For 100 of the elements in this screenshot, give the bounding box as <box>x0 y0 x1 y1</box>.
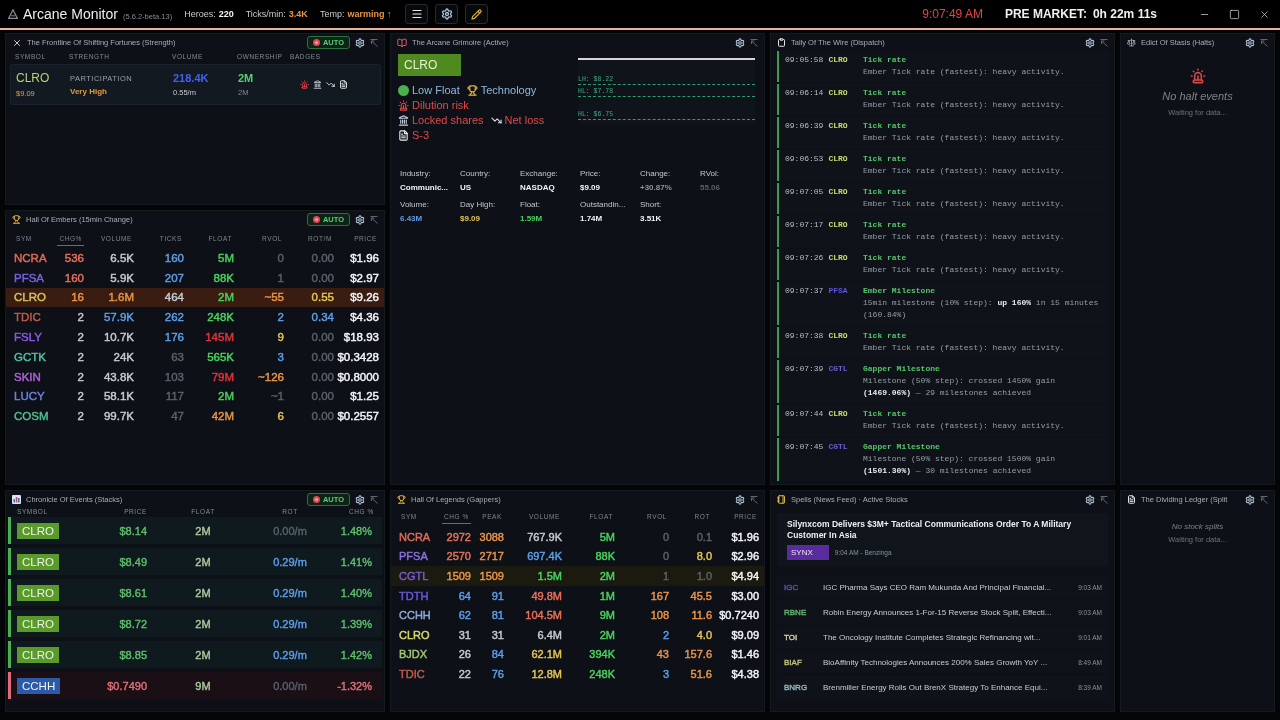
fact-label: Country: <box>460 169 491 178</box>
table-cell: 2 <box>77 370 84 383</box>
alert-title: Tick rate <box>863 87 907 99</box>
news-headline: Brenmiller Energy Rolls Out BrenX Strategy To Enhance Equi... <box>823 682 1048 692</box>
news-headline: The Oncology Institute Completes Strategic Refinancing wit... <box>823 632 1041 642</box>
corner-arrow-icon[interactable] <box>750 495 758 504</box>
stat-value: 220 <box>218 9 234 19</box>
table-cell: $1.96 <box>731 530 759 543</box>
table-cell: 63 <box>171 350 184 363</box>
alert-symbol: CGTL <box>828 363 848 375</box>
table-row[interactable]: PFSA 160 5.9K 207 88K 1 0.00 $2.97 <box>6 267 384 288</box>
table-row[interactable]: COSM 2 99.7K 47 42M 6 0.00 $0.2557 <box>6 406 384 427</box>
settings-icon[interactable] <box>1245 37 1255 48</box>
table-cell: 3 <box>277 350 284 363</box>
settings-icon[interactable] <box>355 494 365 505</box>
table-row[interactable]: FSLY 2 10.7K 176 145M 9 0.00 $18.93 <box>6 327 384 347</box>
settings-icon[interactable] <box>355 37 365 48</box>
table-cell: 6.4M <box>537 628 562 641</box>
fact-label: Outstandin... <box>580 200 626 209</box>
alert-time: 09:07:37 <box>785 285 824 297</box>
corner-arrow-icon[interactable] <box>750 38 758 47</box>
table-cell: 2717 <box>479 550 504 563</box>
table-cell: 8.0 <box>696 550 712 563</box>
fact-value: US <box>460 183 472 192</box>
corner-arrow-icon[interactable] <box>370 495 378 504</box>
float-cell: 9M <box>195 679 211 692</box>
table-cell: 160 <box>164 251 184 264</box>
corner-arrow-icon[interactable] <box>370 38 378 47</box>
fact-label: Volume: <box>400 200 429 209</box>
symbol-tag: CLRO <box>17 553 59 570</box>
table-cell: 16 <box>71 291 84 304</box>
table-row[interactable]: CCHH 62 81 104.5M 9M 108 11.6 $0.7240 <box>391 605 764 625</box>
event-row[interactable]: CLRO $8.72 2M 0.29/m 1.39% <box>8 610 382 637</box>
event-row[interactable]: CLRO $8.61 2M 0.29/m 1.40% <box>8 579 382 606</box>
corner-arrow-icon[interactable] <box>1260 38 1268 47</box>
fact-label: Float: <box>520 200 540 209</box>
settings-icon[interactable] <box>355 214 365 225</box>
settings-icon[interactable] <box>1245 494 1255 505</box>
price-cell: $8.85 <box>119 648 147 661</box>
symbol-cell: SKIN <box>14 370 41 383</box>
table-row[interactable]: CLRO 16 1.6M 464 2M ~55 0.55 $9.26 <box>6 287 384 308</box>
symbol-cell: COSM <box>14 410 49 423</box>
table-cell: 394K <box>589 648 615 661</box>
maximize-icon[interactable] <box>1229 8 1240 20</box>
table-cell: 1.0 <box>696 570 712 582</box>
table-row[interactable]: TDIC 2 57.9K 262 248K 2 0.34 $4.36 <box>6 307 384 328</box>
float-cell: 2M <box>195 524 211 537</box>
change-cell: 1.40% <box>340 586 372 599</box>
table-row[interactable]: SKIN 2 43.8K 103 79M ~126 0.00 $0.8000 <box>6 366 384 387</box>
fact-label: Change: <box>640 169 671 178</box>
table-row[interactable]: CGTL 1509 1509 1.5M 2M 1 1.0 $4.94 <box>391 566 764 586</box>
table-row[interactable]: LUCY 2 58.1K 117 2M ~1 0.00 $1.25 <box>6 386 384 407</box>
table-row[interactable]: NCRA 2972 3088 767.9K 5M 0 0.1 $1.96 <box>391 527 764 547</box>
news-ticker: BNRG <box>784 682 808 692</box>
symbol-cell: LUCY <box>14 390 45 403</box>
table-cell: 157.6 <box>684 648 712 661</box>
settings-icon[interactable] <box>1085 494 1095 505</box>
fact-value: 6.43M <box>400 214 423 223</box>
table-cell: 160 <box>64 271 84 284</box>
settings-icon[interactable] <box>735 494 745 505</box>
logo-icon <box>8 9 18 19</box>
table-cell: 1M <box>599 589 615 602</box>
table-cell: 51.6 <box>690 667 712 680</box>
table-row[interactable]: PFSA 2570 2717 697.4K 88K 0 8.0 $2.96 <box>391 546 764 567</box>
corner-arrow-icon[interactable] <box>1100 38 1108 47</box>
event-row[interactable]: CLRO $8.49 2M 0.29/m 1.41% <box>8 548 382 575</box>
document-icon <box>1127 495 1136 504</box>
menu-button[interactable] <box>405 4 429 24</box>
close-icon[interactable] <box>1259 8 1270 20</box>
fact-value: 1.59M <box>520 214 543 223</box>
table-row[interactable]: BJDX 26 84 62.1M 394K 43 157.6 $1.46 <box>391 644 764 665</box>
corner-arrow-icon[interactable] <box>1100 495 1108 504</box>
clipboard-icon <box>777 38 786 47</box>
table-cell: 2M <box>599 570 615 582</box>
table-row[interactable]: NCRA 536 6.5K 160 5M 0 0.00 $1.96 <box>6 248 384 268</box>
event-row[interactable]: CLRO $8.14 2M 0.00/m 1.48% <box>8 517 382 544</box>
fact-value: $9.09 <box>460 214 481 223</box>
settings-icon[interactable] <box>735 37 745 48</box>
settings-icon[interactable] <box>1085 37 1095 48</box>
symbol-tag: CLRO <box>398 54 462 76</box>
corner-arrow-icon[interactable] <box>1260 495 1268 504</box>
close-icon[interactable] <box>12 37 22 48</box>
table-cell: 3088 <box>479 530 504 543</box>
table-row[interactable]: TDTH 64 91 49.8M 1M 167 45.5 $3.00 <box>391 585 764 606</box>
rot-cell: 0.29/m <box>273 617 307 630</box>
event-row[interactable]: CLRO $8.85 2M 0.29/m 1.42% <box>8 641 382 668</box>
trophy-icon <box>397 495 406 504</box>
price-cell: $8.14 <box>119 524 147 537</box>
siren-icon <box>1189 68 1206 84</box>
table-cell: ~55 <box>264 291 284 304</box>
price-cell: $8.49 <box>119 555 147 568</box>
table-row[interactable]: GCTK 2 24K 63 565K 3 0.00 $0.3428 <box>6 347 384 367</box>
edit-button[interactable] <box>465 4 489 24</box>
event-row[interactable]: CCHH $0.7490 9M 0.00/m -1.32% <box>8 672 382 699</box>
corner-arrow-icon[interactable] <box>370 215 378 224</box>
table-cell: 108 <box>650 609 669 622</box>
table-row[interactable]: CLRO 31 31 6.4M 2M 2 4.0 $9.09 <box>391 624 764 645</box>
settings-button[interactable] <box>435 4 459 24</box>
symbol-cell: CGTL <box>399 570 429 582</box>
table-row[interactable]: TDIC 22 76 12.8M 248K 3 51.6 $4.38 <box>391 664 764 684</box>
